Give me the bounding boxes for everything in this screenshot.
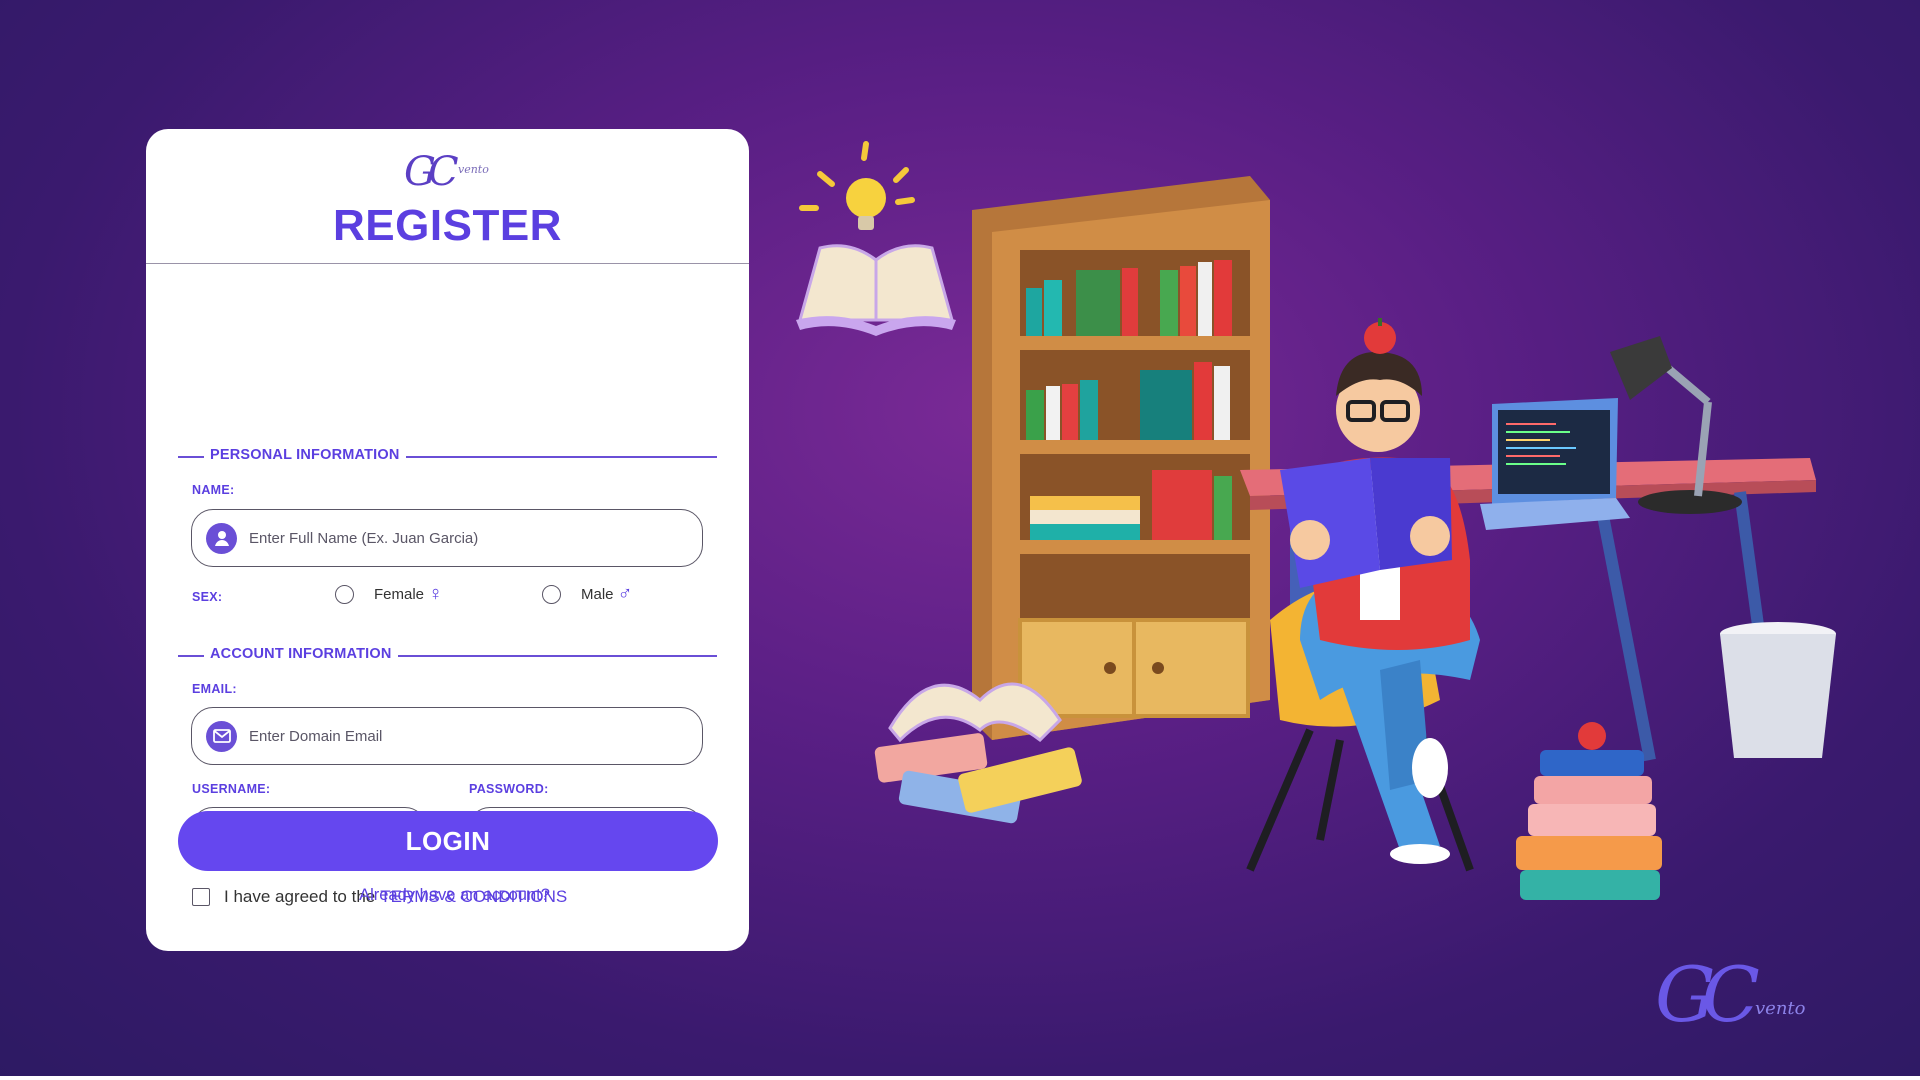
card-header: GC vento REGISTER [146, 129, 749, 264]
personal-info-divider: PERSONAL INFORMATION [178, 447, 717, 467]
sex-label: SEX: [192, 590, 223, 604]
male-symbol-icon: ♂ [617, 583, 633, 605]
divider-line [392, 655, 717, 657]
login-button[interactable]: LOGIN [178, 811, 718, 871]
email-field[interactable] [191, 707, 703, 765]
page-title: REGISTER [333, 201, 562, 250]
username-label: USERNAME: [192, 782, 271, 796]
male-radio-option[interactable]: Male ♂ [542, 584, 633, 604]
female-radio[interactable] [335, 584, 354, 604]
account-info-heading: ACCOUNT INFORMATION [210, 646, 398, 662]
brand-logo: GC vento [1655, 950, 1815, 1040]
have-account-link[interactable]: Already have an account? [146, 886, 749, 905]
user-circle-icon [206, 522, 237, 554]
name-input[interactable] [249, 529, 702, 547]
password-label: PASSWORD: [469, 782, 549, 796]
card-logo-sub: vento [458, 163, 489, 176]
divider-line [398, 456, 717, 458]
study-illustration [796, 141, 1836, 900]
card-logo: GC vento [404, 149, 496, 195]
brand-logo-text: GC [1655, 950, 1760, 1039]
laptop [1480, 398, 1630, 530]
envelope-icon [206, 720, 237, 752]
email-label: EMAIL: [192, 682, 237, 696]
email-input[interactable] [249, 727, 702, 745]
name-field[interactable] [191, 509, 703, 567]
name-label: NAME: [192, 483, 235, 497]
card-logo-text: GC [404, 149, 458, 195]
female-radio-option[interactable]: Female ♀ [335, 584, 443, 604]
female-label: Female [374, 585, 425, 603]
light-bulb-icon [799, 141, 915, 230]
account-info-divider: ACCOUNT INFORMATION [178, 646, 717, 666]
brand-logo-sub: vento [1755, 998, 1806, 1019]
male-radio[interactable] [542, 584, 561, 604]
bookshelf [972, 176, 1270, 740]
divider-line [178, 655, 204, 657]
book-pile-right [1516, 722, 1662, 900]
bottom-border [0, 1076, 1920, 1080]
male-label: Male [581, 585, 614, 603]
female-symbol-icon: ♀ [428, 583, 444, 605]
personal-info-heading: PERSONAL INFORMATION [210, 447, 406, 463]
open-book-icon [796, 244, 956, 336]
divider-line [178, 456, 204, 458]
trash-bin [1720, 622, 1836, 758]
register-card: GC vento REGISTER PERSONAL INFORMATION N… [146, 129, 749, 951]
